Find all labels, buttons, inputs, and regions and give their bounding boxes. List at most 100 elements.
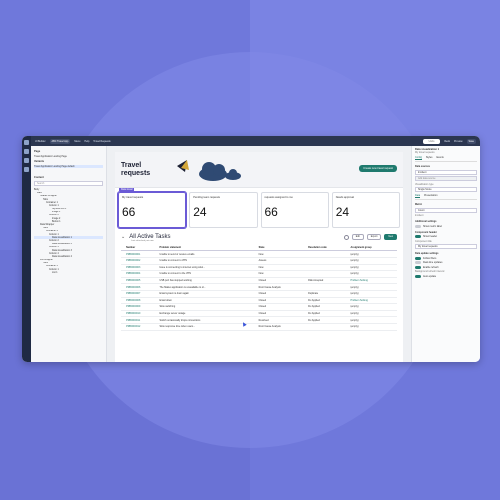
menu-link[interactable]: Menu xyxy=(74,140,80,143)
record-link[interactable]: PRB0000003 xyxy=(125,264,159,272)
tab-styles[interactable]: Styles xyxy=(426,156,433,160)
table-row[interactable]: PRB0000012 Slow response time when users.… xyxy=(121,323,397,331)
new-button[interactable]: New xyxy=(384,234,397,240)
settings-icon[interactable] xyxy=(24,167,29,172)
table-cell: (empty) xyxy=(349,316,397,324)
table-cell: Closed xyxy=(257,297,308,305)
table-row[interactable]: PRB0000001 Unable to send or receive emai… xyxy=(121,250,397,258)
table-row[interactable]: PRB0000008 Email down Closed Fix Applied Pro… xyxy=(121,297,397,305)
content-tree: Body Main Header Wrapper Tabs Container 1 Col… xyxy=(34,188,103,274)
follow-filters-row: Follow filters xyxy=(415,256,477,260)
properties-panel: Data visualization 1 My travel requests … xyxy=(411,146,480,362)
table-row[interactable]: PRB0000006 The Maileo application is unav… xyxy=(121,283,397,291)
page-selector[interactable]: Travel Application Landing Page xyxy=(34,155,103,158)
score-card[interactable]: Needs approval 24 xyxy=(331,192,400,228)
table-cell: Problem Solving xyxy=(349,277,397,285)
header-title-input[interactable]: My travel requests xyxy=(415,244,477,249)
app-rail xyxy=(22,136,31,362)
table-cell: (empty) xyxy=(349,303,397,311)
real-time-label: Real-time updates xyxy=(423,261,443,264)
create-request-button[interactable]: Create new travel request xyxy=(359,165,397,172)
record-link[interactable]: PRB0000009 xyxy=(125,303,159,311)
table-cell: Slow switching xyxy=(158,303,258,311)
data-icon[interactable] xyxy=(24,158,29,163)
real-time-row: Real-time updates xyxy=(415,261,477,264)
export-button[interactable]: Export xyxy=(366,234,382,240)
page-title: Travel requests xyxy=(121,162,151,177)
record-link[interactable]: PRB0000011 xyxy=(125,316,159,324)
table-row[interactable]: PRB0000005 USB port has stopped working Cl… xyxy=(121,277,397,285)
auto-update-toggle[interactable] xyxy=(415,274,421,278)
content-heading: Content xyxy=(34,176,44,180)
card-label: Needs approval xyxy=(335,196,354,199)
table-row[interactable]: PRB0000011 Switch occasionally drops conn… xyxy=(121,316,397,324)
refresh-icon[interactable] xyxy=(343,234,349,240)
component-subtitle: My travel requests xyxy=(415,151,435,154)
real-time-toggle[interactable] xyxy=(415,261,421,264)
preview-button[interactable]: Preview xyxy=(454,140,463,143)
show-metric-label: Show metric label xyxy=(423,224,442,228)
tasks-controls: Edit Export New xyxy=(343,234,397,240)
metric-source: Incident xyxy=(415,214,424,217)
table-row[interactable]: PRB0000010 Exchange server outage Closed Fi… xyxy=(121,310,397,318)
redo-button[interactable]: Redo xyxy=(444,140,450,143)
score-card[interactable]: Data visual My travel requests 66 xyxy=(118,188,187,228)
undo-button[interactable]: Undo xyxy=(422,138,441,144)
table-row[interactable]: PRB0000002 Unable to connect to VPN Assess… xyxy=(121,257,397,265)
table-row[interactable]: PRB0000004 Unable to connect to the VPN Ne… xyxy=(121,270,397,278)
tab-events[interactable]: Events xyxy=(436,156,443,160)
enable-refresh-toggle[interactable] xyxy=(415,265,421,269)
show-metric-row: Show metric label xyxy=(415,224,477,228)
record-link[interactable]: PRB0000004 xyxy=(125,270,159,278)
tab-data[interactable]: Data xyxy=(415,194,421,198)
edit-button[interactable]: Edit xyxy=(351,234,364,240)
tasks-list: ⌄ All Active Tasks Edit Export New Last … xyxy=(115,232,403,333)
variant-item[interactable]: Travel Application Landing Page default xyxy=(34,165,103,169)
breadcrumb[interactable]: Travel Requests xyxy=(93,140,110,143)
record-link[interactable]: PRB0000001 xyxy=(125,250,159,258)
table-row[interactable]: PRB0000007 Email system is down again Clos… xyxy=(121,290,397,298)
table-row[interactable]: PRB0000003 Issue is connecting to interne… xyxy=(121,264,397,272)
tree-item[interactable]: List 1 xyxy=(34,271,103,274)
add-data-source-button[interactable]: Add data source xyxy=(415,176,477,181)
record-link[interactable]: PRB0000012 xyxy=(125,323,159,331)
record-link[interactable]: PRB0000005 xyxy=(125,277,159,285)
help-link[interactable]: Help xyxy=(84,140,89,143)
tab-config[interactable]: Config xyxy=(415,156,422,160)
enable-refresh-label: Enable refresh xyxy=(423,265,439,269)
score-card[interactable]: Pending team requests 24 xyxy=(189,192,258,228)
metric-select[interactable]: Count xyxy=(415,207,477,213)
tab-presentation[interactable]: Presentation xyxy=(424,194,437,198)
metric-label: Metric xyxy=(415,203,423,206)
record-link[interactable]: PRB0000007 xyxy=(125,290,159,298)
additional-settings-label: Additional settings xyxy=(415,220,437,223)
vis-type-select[interactable]: Single Score xyxy=(415,187,477,192)
data-source-select[interactable]: Incident xyxy=(415,169,477,175)
table-row[interactable]: PRB0000009 Slow switching Closed Fix Applie… xyxy=(121,303,397,311)
score-card[interactable]: requests assigned to me 66 xyxy=(260,192,329,228)
table-cell: Issue is connecting to internet using wi… xyxy=(158,264,258,272)
save-button[interactable]: Save xyxy=(466,138,476,144)
pages-icon[interactable] xyxy=(24,149,29,154)
table-cell: The Maileo application is unavailable to… xyxy=(158,283,258,291)
follow-filters-toggle[interactable] xyxy=(415,256,421,260)
pages-heading: Page xyxy=(34,150,41,153)
show-header-toggle[interactable] xyxy=(415,235,421,238)
table-cell: Exchange server outage xyxy=(158,310,258,318)
table-cell: New xyxy=(257,270,308,278)
app-switcher[interactable]: ABC Travel App xyxy=(49,138,71,144)
table-cell: Closed xyxy=(257,290,308,298)
record-link[interactable]: PRB0000010 xyxy=(125,310,159,318)
home-icon[interactable] xyxy=(24,140,29,145)
record-link[interactable]: PRB0000006 xyxy=(125,283,159,291)
table-cell xyxy=(307,323,350,331)
content-search-input[interactable]: Search xyxy=(34,181,103,187)
show-metric-toggle[interactable] xyxy=(415,224,421,228)
hero-header: Travel requests Create new travel reques… xyxy=(115,152,403,188)
selection-tag: Data visual xyxy=(119,188,135,191)
record-link[interactable]: PRB0000002 xyxy=(125,257,159,265)
chevron-down-icon[interactable]: ⌄ xyxy=(121,234,125,240)
bg-refresh-label: Background refresh interval xyxy=(415,270,445,273)
record-link[interactable]: PRB0000008 xyxy=(125,297,159,305)
table-cell: New xyxy=(257,264,308,272)
